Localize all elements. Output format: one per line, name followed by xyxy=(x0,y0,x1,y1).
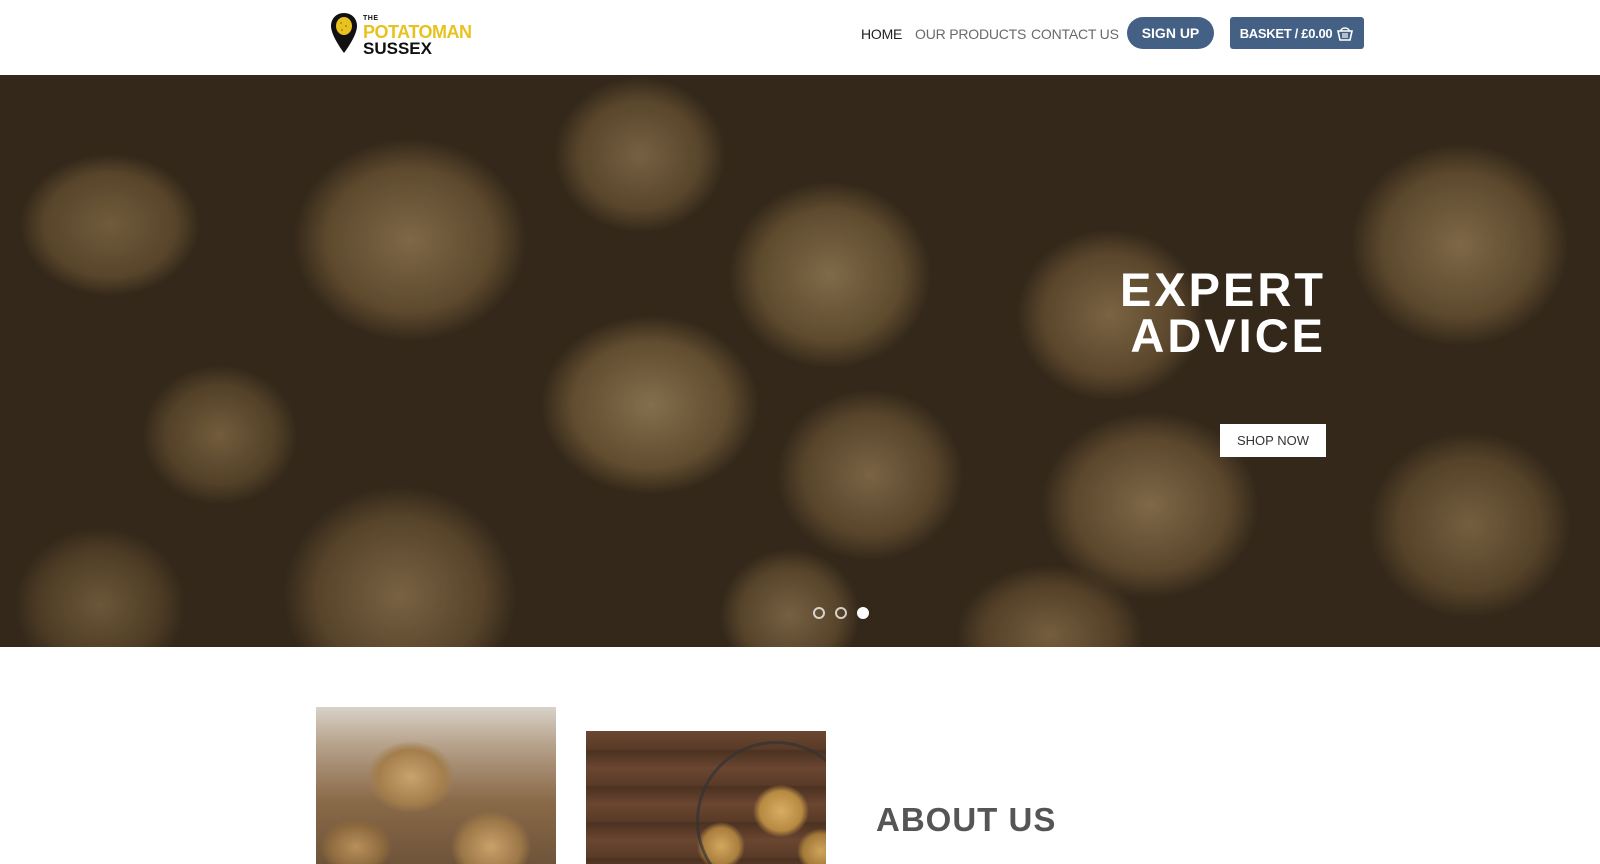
hero-slider: EXPERT ADVICE SHOP NOW xyxy=(0,75,1600,647)
hero-title: EXPERT ADVICE xyxy=(1119,263,1326,362)
basket-label: BASKET / £0.00 xyxy=(1239,25,1333,41)
hero-title-line1: EXPERT xyxy=(1119,263,1326,316)
shop-now-label: SHOP NOW xyxy=(1237,433,1309,448)
basket-icon xyxy=(1336,25,1354,41)
shop-now-button[interactable]: SHOP NOW xyxy=(1220,424,1326,457)
slider-dot-2[interactable] xyxy=(835,607,847,619)
slider-dot-3[interactable] xyxy=(857,607,869,619)
sign-up-button[interactable]: SIGN UP xyxy=(1127,17,1214,49)
nav-contact-link[interactable]: CONTACT US xyxy=(1031,26,1119,42)
sign-up-label: SIGN UP xyxy=(1141,25,1200,41)
potatoes-wire-basket-image xyxy=(586,731,826,864)
slider-dots xyxy=(813,607,869,619)
potatoes-basket-image xyxy=(316,707,556,864)
about-us-heading: ABOUT US xyxy=(876,801,1057,838)
site-header: THE POTATOMAN SUSSEX HOME OUR PRODUCTS C… xyxy=(0,0,1600,75)
nav-home-link[interactable]: HOME xyxy=(861,26,902,42)
basket-button[interactable]: BASKET / £0.00 xyxy=(1230,17,1364,49)
slider-dot-1[interactable] xyxy=(813,607,825,619)
nav-products-link[interactable]: OUR PRODUCTS xyxy=(915,26,1026,42)
wire-basket-shape xyxy=(696,741,826,864)
hero-title-line2: ADVICE xyxy=(1130,309,1326,362)
main-nav: HOME OUR PRODUCTS CONTACT US SIGN UP BAS… xyxy=(0,0,1600,75)
